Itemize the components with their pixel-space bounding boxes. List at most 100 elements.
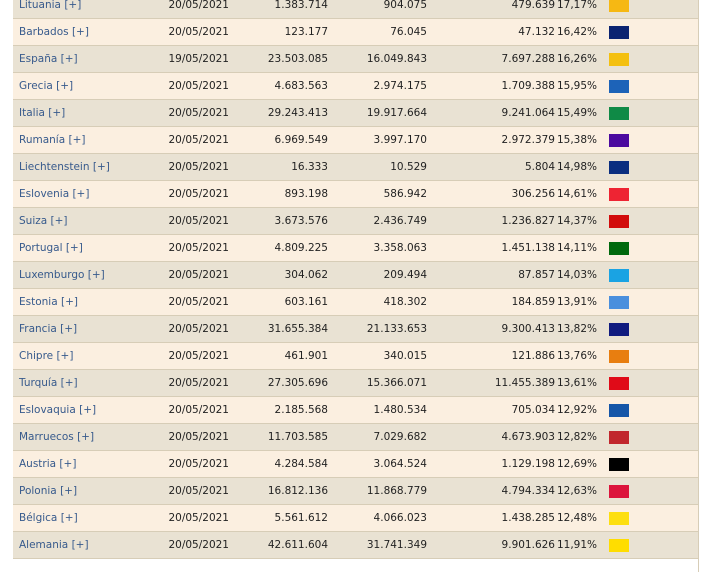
color-swatch [609, 214, 629, 228]
percentage-cell: 11,91% [555, 531, 603, 559]
table-right-border [698, 0, 699, 572]
first-dose-cell: 15.366.071 [328, 369, 427, 397]
table-row: Suiza [+] 20/05/2021 3.673.576 2.436.749… [13, 207, 698, 235]
country-cell: Portugal [+] [13, 234, 123, 262]
first-dose-cell: 16.049.843 [328, 45, 427, 73]
table-row: Francia [+] 20/05/2021 31.655.384 21.133… [13, 315, 698, 343]
country-link[interactable]: Barbados [+] [19, 26, 89, 38]
date-cell: 20/05/2021 [123, 531, 229, 559]
percentage-cell: 15,38% [555, 126, 603, 154]
fully-vaccinated-cell: 7.697.288 [427, 45, 555, 73]
country-cell: España [+] [13, 45, 123, 73]
color-cell [603, 261, 698, 289]
color-swatch [609, 79, 629, 93]
color-swatch [609, 25, 629, 39]
date-cell: 20/05/2021 [123, 72, 229, 100]
total-doses-cell: 16.812.136 [229, 477, 328, 505]
fully-vaccinated-cell: 11.455.389 [427, 369, 555, 397]
percentage-cell: 12,92% [555, 396, 603, 424]
color-cell [603, 288, 698, 316]
country-cell: Barbados [+] [13, 18, 123, 46]
country-link[interactable]: Austria [+] [19, 458, 76, 470]
color-cell [603, 396, 698, 424]
date-cell: 20/05/2021 [123, 261, 229, 289]
total-doses-cell: 4.809.225 [229, 234, 328, 262]
color-swatch [609, 511, 629, 525]
country-link[interactable]: Alemania [+] [19, 539, 89, 551]
total-doses-cell: 23.503.085 [229, 45, 328, 73]
first-dose-cell: 7.029.682 [328, 423, 427, 451]
date-cell: 20/05/2021 [123, 396, 229, 424]
country-link[interactable]: Italia [+] [19, 107, 65, 119]
fully-vaccinated-cell: 9.901.626 [427, 531, 555, 559]
country-cell: Eslovenia [+] [13, 180, 123, 208]
color-cell [603, 477, 698, 505]
percentage-cell: 14,03% [555, 261, 603, 289]
date-cell: 20/05/2021 [123, 369, 229, 397]
date-cell: 20/05/2021 [123, 207, 229, 235]
country-cell: Liechtenstein [+] [13, 153, 123, 181]
percentage-cell: 12,82% [555, 423, 603, 451]
table-row: Rumanía [+] 20/05/2021 6.969.549 3.997.1… [13, 126, 698, 154]
first-dose-cell: 3.064.524 [328, 450, 427, 478]
fully-vaccinated-cell: 479.639 [427, 0, 555, 19]
country-link[interactable]: Francia [+] [19, 323, 77, 335]
date-cell: 20/05/2021 [123, 342, 229, 370]
table-row: Austria [+] 20/05/2021 4.284.584 3.064.5… [13, 450, 698, 478]
fully-vaccinated-cell: 5.804 [427, 153, 555, 181]
date-cell: 20/05/2021 [123, 315, 229, 343]
total-doses-cell: 16.333 [229, 153, 328, 181]
date-cell: 20/05/2021 [123, 450, 229, 478]
country-link[interactable]: Lituania [+] [19, 0, 81, 11]
color-cell [603, 18, 698, 46]
percentage-cell: 12,63% [555, 477, 603, 505]
total-doses-cell: 29.243.413 [229, 99, 328, 127]
color-cell [603, 99, 698, 127]
country-link[interactable]: Turquía [+] [19, 377, 78, 389]
country-link[interactable]: Eslovenia [+] [19, 188, 89, 200]
color-cell [603, 126, 698, 154]
color-swatch [609, 268, 629, 282]
color-cell [603, 315, 698, 343]
country-link[interactable]: Portugal [+] [19, 242, 83, 254]
country-cell: Austria [+] [13, 450, 123, 478]
country-link[interactable]: Chipre [+] [19, 350, 73, 362]
percentage-cell: 14,98% [555, 153, 603, 181]
table-row: Alemania [+] 20/05/2021 42.611.604 31.74… [13, 531, 698, 559]
fully-vaccinated-cell: 87.857 [427, 261, 555, 289]
country-link[interactable]: Liechtenstein [+] [19, 161, 110, 173]
country-cell: Lituania [+] [13, 0, 123, 19]
country-link[interactable]: Estonia [+] [19, 296, 78, 308]
color-swatch [609, 160, 629, 174]
color-swatch [609, 457, 629, 471]
date-cell: 20/05/2021 [123, 18, 229, 46]
table-row: Bélgica [+] 20/05/2021 5.561.612 4.066.0… [13, 504, 698, 532]
first-dose-cell: 904.075 [328, 0, 427, 19]
country-link[interactable]: España [+] [19, 53, 78, 65]
country-cell: Suiza [+] [13, 207, 123, 235]
total-doses-cell: 31.655.384 [229, 315, 328, 343]
color-cell [603, 531, 698, 559]
first-dose-cell: 3.358.063 [328, 234, 427, 262]
country-link[interactable]: Grecia [+] [19, 80, 73, 92]
country-link[interactable]: Marruecos [+] [19, 431, 94, 443]
fully-vaccinated-cell: 705.034 [427, 396, 555, 424]
percentage-cell: 17,17% [555, 0, 603, 19]
country-cell: Turquía [+] [13, 369, 123, 397]
date-cell: 20/05/2021 [123, 153, 229, 181]
country-link[interactable]: Polonia [+] [19, 485, 77, 497]
country-link[interactable]: Eslovaquia [+] [19, 404, 96, 416]
country-link[interactable]: Rumanía [+] [19, 134, 85, 146]
total-doses-cell: 461.901 [229, 342, 328, 370]
total-doses-cell: 893.198 [229, 180, 328, 208]
country-link[interactable]: Bélgica [+] [19, 512, 78, 524]
total-doses-cell: 42.611.604 [229, 531, 328, 559]
percentage-cell: 16,42% [555, 18, 603, 46]
color-cell [603, 342, 698, 370]
date-cell: 20/05/2021 [123, 423, 229, 451]
country-link[interactable]: Luxemburgo [+] [19, 269, 105, 281]
country-cell: Chipre [+] [13, 342, 123, 370]
country-link[interactable]: Suiza [+] [19, 215, 68, 227]
color-swatch [609, 52, 629, 66]
table-row: Eslovenia [+] 20/05/2021 893.198 586.942… [13, 180, 698, 208]
